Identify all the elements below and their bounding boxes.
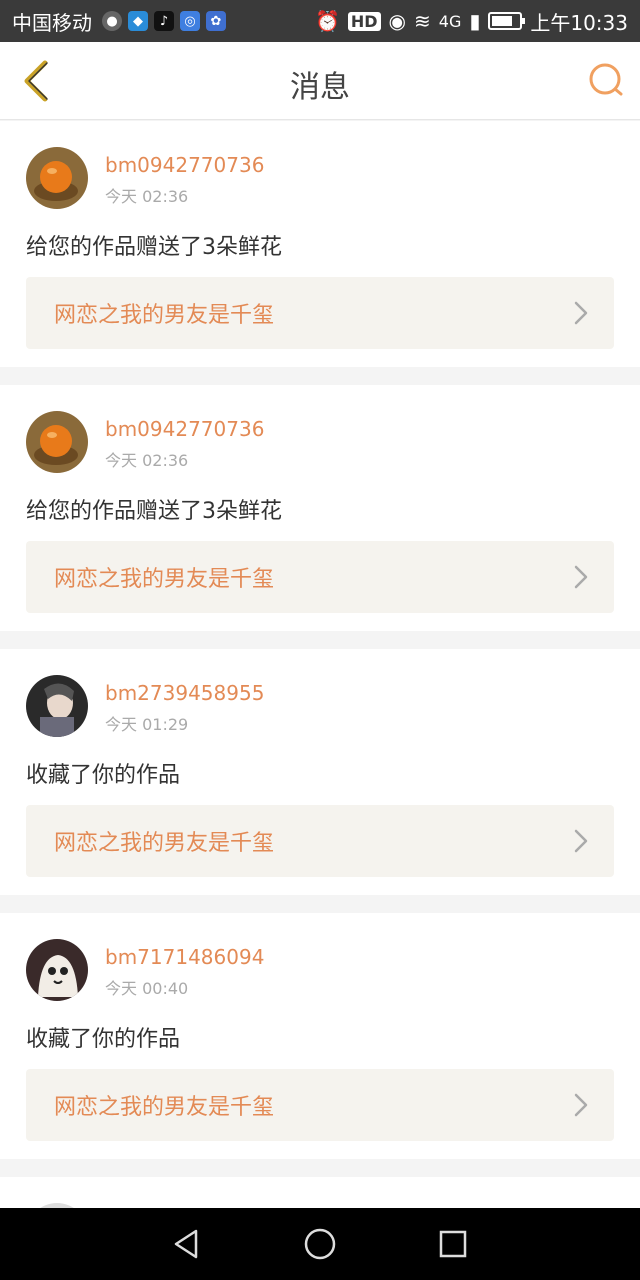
avatar[interactable] (26, 411, 88, 473)
avatar[interactable] (26, 147, 88, 209)
nav-recents-icon (440, 1230, 467, 1258)
alarm-icon: ⏰ (314, 9, 340, 33)
page-title: 消息 (290, 70, 350, 105)
username[interactable]: bm7171486094 (105, 945, 264, 969)
message-text: 收藏了你的作品 (26, 763, 181, 788)
hd-icon: HD (347, 11, 381, 31)
nav-home-button[interactable] (298, 1222, 342, 1266)
tiktok-icon: ♪ (154, 11, 174, 31)
avatar[interactable] (26, 939, 88, 1001)
timestamp: 今天 02:36 (105, 451, 189, 470)
nav-recents-button[interactable] (431, 1222, 475, 1266)
system-nav-bar (0, 1208, 640, 1280)
battery-icon (488, 12, 526, 30)
work-link[interactable]: 网恋之我的男友是千玺 (26, 805, 614, 877)
message-text: 给您的作品赠送了3朵鲜花 (26, 235, 282, 260)
search-button[interactable] (586, 60, 626, 100)
message-text: 收藏了你的作品 (26, 1027, 181, 1052)
work-link[interactable]: 网恋之我的男友是千玺 (26, 277, 614, 349)
message-item: bm2739458955 今天 01:29 收藏了你的作品 网恋之我的男友是千玺 (0, 649, 640, 895)
message-list: bm0942770736 今天 02:36 给您的作品赠送了3朵鲜花 网恋之我的… (0, 121, 640, 1265)
username[interactable]: bm0942770736 (105, 417, 264, 441)
work-link[interactable]: 网恋之我的男友是千玺 (26, 541, 614, 613)
work-title: 网恋之我的男友是千玺 (54, 1095, 275, 1120)
work-title: 网恋之我的男友是千玺 (54, 567, 275, 592)
avatar-image (26, 675, 88, 737)
message-item: bm0942770736 今天 02:36 给您的作品赠送了3朵鲜花 网恋之我的… (0, 385, 640, 631)
timestamp: 今天 02:36 (105, 187, 189, 206)
chevron-right-icon (574, 829, 588, 853)
avatar-image (26, 411, 88, 473)
avatar[interactable] (26, 675, 88, 737)
signal-icon: ▮ (469, 9, 481, 33)
status-bar: 中国移动 ● ◆ ♪ ◎ ✿ ⏰ HD ◉ ≋ 4G ▮ 上午10:33 (0, 0, 640, 42)
nav-home-icon (304, 1228, 336, 1260)
message-item: bm0942770736 今天 02:36 给您的作品赠送了3朵鲜花 网恋之我的… (0, 121, 640, 367)
shield-app-icon: ◆ (128, 11, 148, 31)
nav-back-icon (174, 1229, 197, 1259)
baidu-icon: ✿ (206, 11, 226, 31)
work-title: 网恋之我的男友是千玺 (54, 303, 275, 328)
avatar-image (26, 147, 88, 209)
carrier-label: 中国移动 (12, 10, 92, 35)
search-icon (589, 63, 623, 96)
work-title: 网恋之我的男友是千玺 (54, 831, 275, 856)
app-icon: ◎ (180, 11, 200, 31)
nav-back-button[interactable] (165, 1222, 209, 1266)
timestamp: 今天 00:40 (105, 979, 189, 998)
username[interactable]: bm2739458955 (105, 681, 264, 705)
clock: 上午10:33 (530, 10, 628, 35)
chevron-right-icon (574, 565, 588, 589)
wifi-icon: ≋ (414, 9, 431, 33)
eye-icon: ◉ (388, 9, 406, 33)
message-item: bm7171486094 今天 00:40 收藏了你的作品 网恋之我的男友是千玺 (0, 913, 640, 1159)
network-type: 4G (438, 11, 462, 31)
globe-icon: ● (102, 11, 122, 31)
chevron-right-icon (574, 1093, 588, 1117)
timestamp: 今天 01:29 (105, 715, 189, 734)
avatar-image (26, 939, 88, 1001)
username[interactable]: bm0942770736 (105, 153, 264, 177)
chevron-right-icon (574, 301, 588, 325)
message-text: 给您的作品赠送了3朵鲜花 (26, 499, 282, 524)
header: 消息 (0, 42, 640, 120)
work-link[interactable]: 网恋之我的男友是千玺 (26, 1069, 614, 1141)
